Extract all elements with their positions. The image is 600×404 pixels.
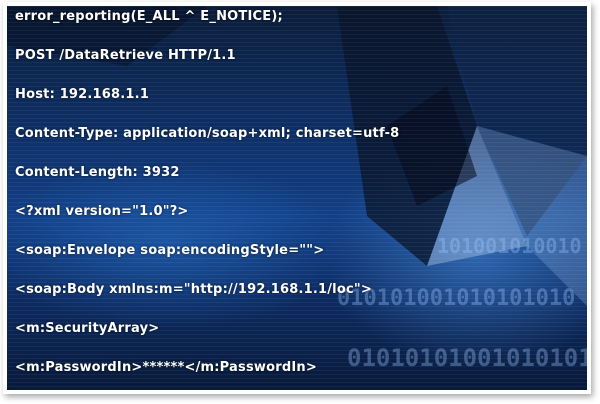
code-line: <m:PasswordIn>******</m:PasswordIn> — [15, 360, 317, 375]
code-line: error_reporting(E_ALL ^ E_NOTICE); — [15, 9, 283, 24]
binary-overlay-3: 01010101001010101 — [347, 344, 587, 372]
code-line: Host: 192.168.1.1 — [15, 87, 150, 102]
code-line: <?xml version="1.0"?> — [15, 204, 189, 219]
code-line: Content-Length: 3932 — [15, 165, 180, 180]
code-background-image: 101001010010 010101001010101010 01010101… — [7, 6, 587, 390]
binary-overlay-1: 101001010010 — [437, 234, 582, 258]
binary-overlay-2: 010101001010101010 — [337, 286, 576, 311]
image-frame: 101001010010 010101001010101010 01010101… — [3, 2, 591, 394]
code-line: <m:SecurityArray> — [15, 321, 160, 336]
code-line: Content-Type: application/soap+xml; char… — [15, 126, 400, 141]
code-line: <soap:Envelope soap:encodingStyle=""> — [15, 243, 325, 258]
code-line: POST /DataRetrieve HTTP/1.1 — [15, 48, 236, 63]
code-line: <soap:Body xmlns:m="http://192.168.1.1/l… — [15, 282, 372, 297]
